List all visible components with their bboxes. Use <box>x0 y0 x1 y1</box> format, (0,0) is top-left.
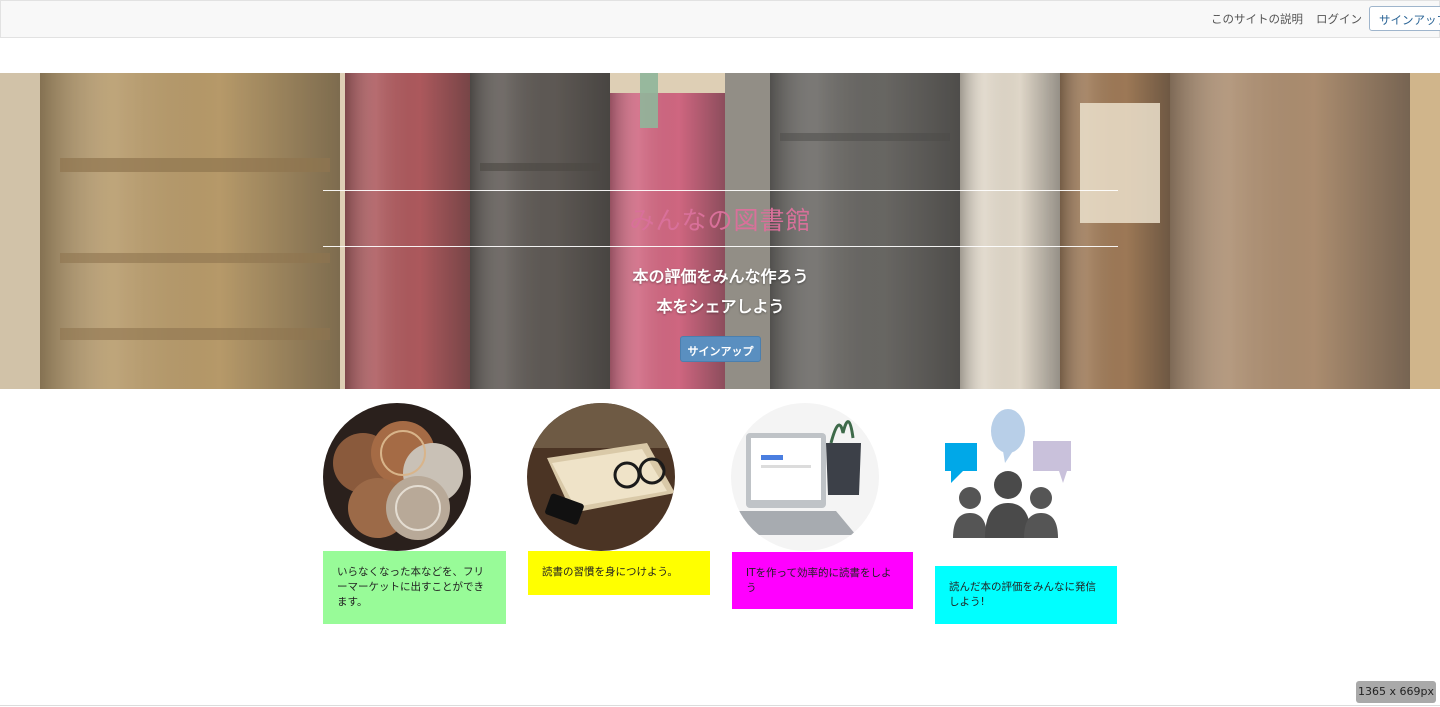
hero-divider-top <box>323 190 1118 191</box>
site-title: みんなの図書館 <box>629 206 812 235</box>
feature-note-it-reading: ITを作って効率的に読書をしよう <box>732 552 913 609</box>
nav-about-link[interactable]: このサイトの説明 <box>1211 11 1303 27</box>
hero-signup-button[interactable]: サインアップ <box>680 336 761 362</box>
top-navbar: このサイトの説明 ログイン サインアップ <box>0 0 1440 38</box>
book-and-glasses-photo <box>527 403 675 551</box>
hero-tagline-line1: 本の評価をみんな作ろう <box>632 267 809 286</box>
viewport-size-badge: 1365 x 669px <box>1356 681 1436 703</box>
feature-note-reading-habit: 読書の習慣を身につけよう。 <box>528 551 710 595</box>
people-speech-bubbles-icon <box>935 403 1083 551</box>
laptop-google-photo <box>731 403 879 551</box>
feature-note-flea-market: いらなくなった本などを、フリーマーケットに出すことができます。 <box>323 551 506 624</box>
bottom-divider <box>0 705 1440 706</box>
feature-note-share-reviews: 読んだ本の評価をみんなに発信しよう! <box>935 566 1117 624</box>
hero-tagline-line2: 本をシェアしよう <box>656 297 785 316</box>
nav-login-link[interactable]: ログイン <box>1316 11 1362 27</box>
hero-divider-bottom <box>323 246 1118 247</box>
coins-photo <box>323 403 471 551</box>
hero-banner: みんなの図書館 本の評価をみんな作ろう 本をシェアしよう サインアップ <box>0 73 1440 389</box>
nav-signup-button[interactable]: サインアップ <box>1369 6 1440 31</box>
